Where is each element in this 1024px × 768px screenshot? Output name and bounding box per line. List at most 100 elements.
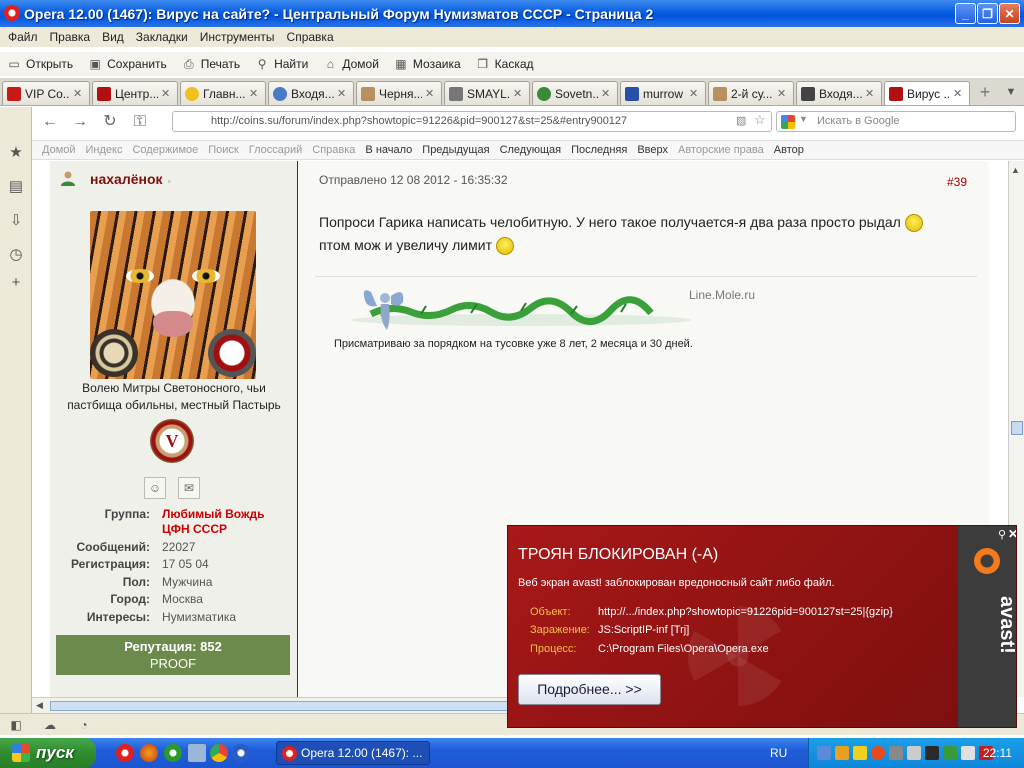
post-number-link[interactable]: #39 <box>947 175 967 189</box>
horizontal-scroll-thumb[interactable] <box>50 701 520 711</box>
media-quicklaunch-icon[interactable] <box>232 744 250 762</box>
language-indicator[interactable]: RU <box>770 746 787 760</box>
tray-icon-2[interactable] <box>835 746 849 760</box>
monitor-tray-icon[interactable] <box>925 746 939 760</box>
add-friend-icon[interactable]: ☺ <box>144 477 166 499</box>
scroll-left-icon[interactable]: ◀ <box>36 700 43 711</box>
panel-toggle-icon[interactable]: ◧ <box>8 717 24 733</box>
tab-close-icon[interactable]: ✕ <box>425 87 437 100</box>
speed-dial-icon[interactable]: ◔ <box>76 717 92 733</box>
address-field[interactable]: http://coins.su/forum/index.php?showtopi… <box>172 111 772 132</box>
nav-link-author[interactable]: Автор <box>774 144 804 156</box>
volume-tray-icon[interactable] <box>889 746 903 760</box>
pin-icon[interactable]: ⚲ <box>998 528 1006 541</box>
key-icon[interactable]: ⚿ <box>128 111 152 133</box>
chrome-quicklaunch-icon[interactable] <box>210 744 228 762</box>
menu-view[interactable]: Вид <box>98 30 132 44</box>
menu-file[interactable]: Файл <box>4 30 46 44</box>
tab-close-icon[interactable]: ✕ <box>161 87 173 100</box>
tab-close-icon[interactable]: ✕ <box>601 87 613 100</box>
nav-link-search[interactable]: Поиск <box>208 144 238 156</box>
desktop-quicklaunch-icon[interactable] <box>188 744 206 762</box>
tab-close-icon[interactable]: ✕ <box>689 87 701 100</box>
downloads-icon[interactable]: ⇩ <box>6 211 26 231</box>
nav-link-last[interactable]: Последняя <box>571 144 627 156</box>
tab-close-icon[interactable]: ✕ <box>865 87 877 100</box>
tab-close-icon[interactable]: ✕ <box>953 87 965 100</box>
reload-icon[interactable]: ↻ <box>98 111 122 133</box>
scroll-up-icon[interactable]: ▲ <box>1011 165 1020 175</box>
tab-9[interactable]: Входя... ✕ <box>796 81 882 105</box>
details-button[interactable]: Подробнее... >> <box>518 674 661 705</box>
tab-0[interactable]: VIP Co... ✕ <box>2 81 90 105</box>
tab-close-icon[interactable]: ✕ <box>249 87 261 100</box>
close-button[interactable]: ✕ <box>999 3 1020 24</box>
nav-link-up[interactable]: Вверх <box>637 144 668 156</box>
tab-6[interactable]: Sovetn... ✕ <box>532 81 618 105</box>
maximize-button[interactable]: ❐ <box>977 3 998 24</box>
home-button[interactable]: ⌂ Домой <box>322 57 379 71</box>
menu-edit[interactable]: Правка <box>46 30 99 44</box>
nav-link-contents[interactable]: Содержимое <box>132 144 198 156</box>
save-button[interactable]: ▣ Сохранить <box>87 57 166 71</box>
start-button[interactable]: пуск <box>0 738 96 768</box>
device-tray-icon[interactable] <box>907 746 921 760</box>
bookmarks-star-icon[interactable]: ★ <box>6 143 26 163</box>
menu-tools[interactable]: Инструменты <box>196 30 283 44</box>
search-field[interactable]: ▼ Искать в Google <box>776 111 1016 132</box>
tab-4[interactable]: Черня... ✕ <box>356 81 442 105</box>
add-panel-icon[interactable]: + <box>6 273 26 293</box>
minimize-button[interactable]: _ <box>955 3 976 24</box>
tab-close-icon[interactable]: ✕ <box>337 87 349 100</box>
nav-link-index[interactable]: Индекс <box>86 144 123 156</box>
nav-link-previous[interactable]: Предыдущая <box>422 144 489 156</box>
send-message-envelope-icon[interactable]: ✉ <box>178 477 200 499</box>
opera-quicklaunch-icon[interactable] <box>116 744 134 762</box>
utorrent-quicklaunch-icon[interactable] <box>164 744 182 762</box>
avast-tray-icon[interactable] <box>871 746 885 760</box>
bookmark-star-icon[interactable]: ☆ <box>754 112 768 127</box>
rss-icon[interactable]: ▧ <box>736 114 750 128</box>
green-tray-icon[interactable] <box>943 746 957 760</box>
history-clock-icon[interactable]: ◷ <box>6 245 26 265</box>
find-button[interactable]: ⚲ Найти <box>254 57 309 71</box>
cascade-button[interactable]: ❐ Каскад <box>475 57 533 71</box>
network-tray-icon[interactable] <box>817 746 831 760</box>
menu-help[interactable]: Справка <box>283 30 342 44</box>
alert-tray-icon[interactable] <box>853 746 867 760</box>
back-arrow-icon[interactable]: ← <box>38 111 62 133</box>
popup-close-icon[interactable]: ✕ <box>1008 527 1016 541</box>
tab-8[interactable]: 2-й су... ✕ <box>708 81 794 105</box>
tab-2[interactable]: Главн... ✕ <box>180 81 266 105</box>
vertical-scroll-thumb[interactable] <box>1011 421 1023 435</box>
forward-arrow-icon[interactable]: → <box>68 111 92 133</box>
tab-5[interactable]: SMAYL...✕ <box>444 81 530 105</box>
nav-link-next[interactable]: Следующая <box>500 144 562 156</box>
tab-7[interactable]: murrow ✕ <box>620 81 706 105</box>
open-button[interactable]: ▭ Открыть <box>6 57 73 71</box>
nav-link-glossary[interactable]: Глоссарий <box>249 144 303 156</box>
tab-close-icon[interactable]: ✕ <box>777 87 789 100</box>
username-link[interactable]: нахалёнок ▫ <box>90 171 171 187</box>
nav-link-help[interactable]: Справка <box>312 144 355 156</box>
tab-1[interactable]: Центр... ✕ <box>92 81 178 105</box>
nav-link-copyright[interactable]: Авторские права <box>678 144 764 156</box>
taskbar-opera-window[interactable]: Opera 12.00 (1467): ... <box>276 741 430 765</box>
tray-icon-9[interactable] <box>961 746 975 760</box>
menu-bookmarks[interactable]: Закладки <box>132 30 196 44</box>
firefox-quicklaunch-icon[interactable] <box>140 744 158 762</box>
tab-10-active[interactable]: Вирус ... ✕ <box>884 81 970 105</box>
new-tab-icon[interactable]: + <box>976 83 994 101</box>
turbo-cloud-icon[interactable]: ☁ <box>42 717 58 733</box>
print-button[interactable]: ⎙ Печать <box>181 57 240 71</box>
tile-button[interactable]: ▦ Мозаика <box>393 57 460 71</box>
notes-icon[interactable]: ▤ <box>6 177 26 197</box>
tab-close-icon[interactable]: ✕ <box>513 87 525 100</box>
tab-menu-chevron-icon[interactable]: ▼ <box>1004 84 1018 100</box>
tab-close-icon[interactable]: ✕ <box>73 87 85 100</box>
nav-link-first[interactable]: В начало <box>365 144 412 156</box>
tab-3[interactable]: Входя... ✕ <box>268 81 354 105</box>
search-engine-chevron-icon[interactable]: ▼ <box>799 114 808 124</box>
nav-link-home[interactable]: Домой <box>42 144 76 156</box>
avatar-coin-left <box>90 329 138 377</box>
